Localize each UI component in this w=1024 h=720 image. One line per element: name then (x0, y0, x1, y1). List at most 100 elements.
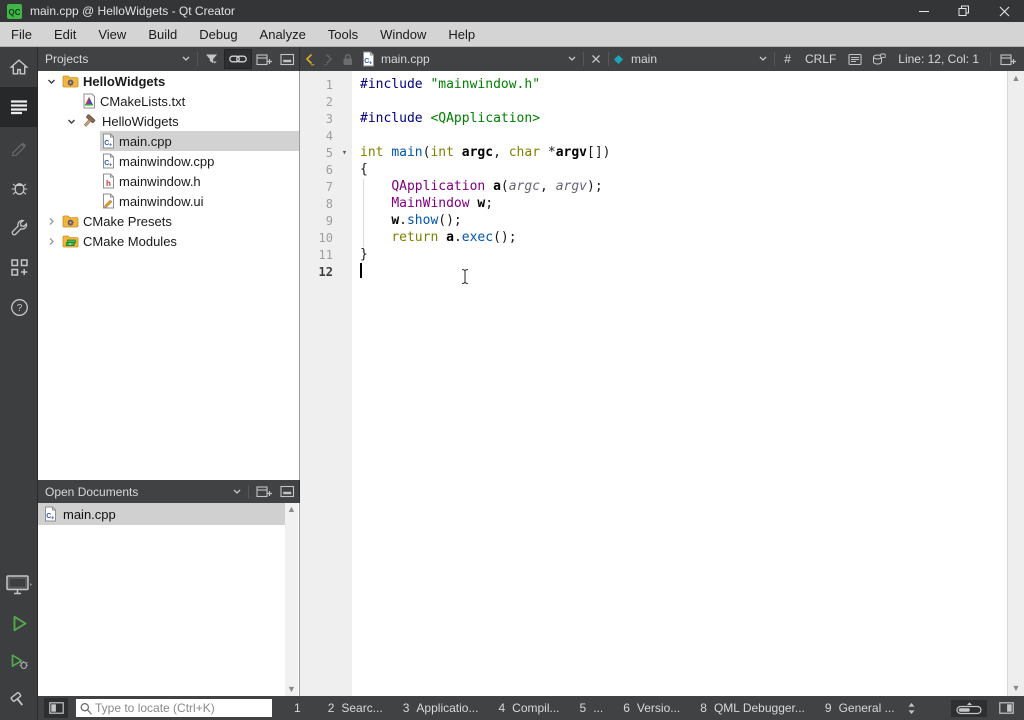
mouse-ibeam-cursor (460, 268, 470, 290)
cursor-position-indicator[interactable]: Line: 12, Col: 1 (892, 52, 985, 66)
open-documents-scrollbar[interactable]: ▲ ▼ (285, 503, 298, 696)
split-pane-icon[interactable] (252, 482, 276, 502)
build-button[interactable] (0, 680, 38, 718)
projects-pane-selector[interactable]: Projects (45, 52, 88, 66)
filter-icon[interactable] (201, 49, 224, 69)
build-progress-toggle-icon[interactable] (951, 700, 987, 717)
split-pane-icon[interactable] (252, 49, 276, 69)
output-pane-3[interactable]: 3Applicatio... (395, 696, 487, 720)
cpp-file-icon: C+ (102, 133, 115, 149)
output-pane-6[interactable]: 6Versio... (615, 696, 688, 720)
edit-mode-icon (9, 99, 29, 115)
open-documents-title[interactable]: Open Documents (45, 485, 138, 499)
tree-item-label: HelloWidgets (102, 114, 179, 129)
close-document-icon[interactable] (587, 49, 605, 69)
go-forward-icon[interactable] (319, 49, 338, 69)
open-document-main-cpp[interactable]: C+main.cpp (38, 503, 286, 525)
tree-item-hellowidgets[interactable]: HelloWidgets (38, 71, 299, 91)
scroll-up-icon[interactable]: ▲ (287, 505, 296, 514)
code-area[interactable]: #include "mainwindow.h" #include <QAppli… (360, 76, 1006, 280)
sync-with-editor-icon[interactable] (224, 49, 252, 69)
minimize-button[interactable] (904, 0, 944, 22)
output-panes: 12Searc...3Applicatio...4Compil...5...6V… (286, 696, 903, 720)
output-pane-4[interactable]: 4Compil... (490, 696, 567, 720)
close-pane-icon[interactable] (276, 49, 299, 69)
hammer-target-icon (82, 114, 98, 129)
kit-selector-icon (6, 575, 32, 595)
split-editor-icon[interactable] (996, 49, 1020, 69)
hash-button[interactable]: # (778, 52, 797, 66)
tree-item-mainwindow-ui[interactable]: mainwindow.ui (38, 191, 299, 211)
fold-marker-icon[interactable]: ▾ (337, 148, 352, 158)
mode-edit[interactable] (0, 87, 38, 127)
tree-item-hellowidgets[interactable]: HelloWidgets (38, 111, 299, 131)
scroll-up-icon[interactable]: ▲ (1012, 74, 1021, 83)
title-bar: QC main.cpp @ HelloWidgets - Qt Creator (0, 0, 1024, 22)
output-pane-1[interactable]: 1 (286, 696, 316, 720)
locator-input[interactable] (95, 701, 269, 715)
scroll-down-icon[interactable]: ▼ (1012, 684, 1021, 693)
tree-item-cmakelists-txt[interactable]: CMakeLists.txt (38, 91, 299, 111)
debug-run-button[interactable] (0, 642, 38, 680)
menu-tools[interactable]: Tools (317, 22, 369, 46)
menu-help[interactable]: Help (437, 22, 486, 46)
tree-item-mainwindow-h[interactable]: hmainwindow.h (38, 171, 299, 191)
line-ending-selector[interactable]: CRLF (799, 52, 842, 66)
mode-welcome[interactable] (0, 47, 38, 87)
menu-debug[interactable]: Debug (188, 22, 248, 46)
menu-edit[interactable]: Edit (43, 22, 87, 46)
symbol-dropdown[interactable]: main (612, 47, 771, 71)
pane-selector-chevron-icon[interactable] (178, 49, 194, 69)
chevron-down-icon (759, 56, 767, 62)
mode-debug[interactable] (0, 167, 38, 207)
run-button[interactable] (0, 604, 38, 642)
kit-selector-button[interactable] (0, 566, 38, 604)
mode-help[interactable]: ? (0, 287, 38, 327)
output-pane-2[interactable]: 2Searc... (320, 696, 391, 720)
code-editor[interactable]: 12345▾6789101112 #include "mainwindow.h"… (300, 71, 1024, 696)
expander-icon[interactable] (42, 237, 60, 246)
editor-scrollbar[interactable]: ▲ ▼ (1007, 71, 1024, 696)
mode-projects[interactable] (0, 207, 38, 247)
output-pane-9[interactable]: 9General ... (817, 696, 903, 720)
mode-design[interactable] (0, 127, 38, 167)
expander-icon[interactable] (62, 117, 80, 126)
tree-item-content: C+mainwindow.cpp (100, 151, 299, 171)
tree-item-label: mainwindow.h (119, 174, 201, 189)
menu-analyze[interactable]: Analyze (249, 22, 317, 46)
tree-item-cmake-presets[interactable]: CMake Presets (38, 211, 299, 231)
code-line-3: #include <QApplication> (360, 110, 1006, 127)
mode-extensions[interactable] (0, 247, 38, 287)
output-pane-arrows-icon[interactable] (903, 698, 920, 718)
gutter-line-2: 2 (300, 93, 352, 110)
tree-item-content: mainwindow.ui (100, 191, 299, 211)
menu-bar: FileEditViewBuildDebugAnalyzeToolsWindow… (0, 22, 1024, 47)
current-file-name: main.cpp (381, 52, 430, 66)
go-back-icon[interactable] (300, 49, 319, 69)
restore-button[interactable] (944, 0, 984, 22)
document-outline-icon[interactable] (844, 49, 866, 69)
menu-file[interactable]: File (0, 22, 43, 46)
scroll-down-icon[interactable]: ▼ (287, 685, 296, 694)
menu-build[interactable]: Build (137, 22, 188, 46)
extensions-mode-icon (10, 258, 29, 277)
tree-item-cmake-modules[interactable]: CMake Modules (38, 231, 299, 251)
locator[interactable] (76, 699, 272, 717)
output-pane-5[interactable]: 5... (572, 696, 612, 720)
gutter-line-6: 6 (300, 161, 352, 178)
open-file-dropdown[interactable]: C+ main.cpp (362, 47, 580, 71)
projects-tree: HelloWidgetsCMakeLists.txtHelloWidgetsC+… (38, 71, 300, 480)
toggle-right-sidebar-icon[interactable] (995, 698, 1018, 718)
close-button[interactable] (984, 0, 1024, 22)
close-pane-icon[interactable] (276, 482, 299, 502)
menu-view[interactable]: View (87, 22, 137, 46)
menu-window[interactable]: Window (369, 22, 437, 46)
tree-item-main-cpp[interactable]: C+main.cpp (38, 131, 299, 151)
expander-icon[interactable] (42, 217, 60, 226)
tree-item-mainwindow-cpp[interactable]: C+mainwindow.cpp (38, 151, 299, 171)
output-pane-8[interactable]: 8QML Debugger... (692, 696, 813, 720)
pane-selector-chevron-icon[interactable] (229, 482, 245, 502)
toggle-left-sidebar-icon[interactable] (44, 698, 68, 718)
editor-settings-icon[interactable] (868, 49, 890, 69)
expander-icon[interactable] (42, 77, 60, 86)
